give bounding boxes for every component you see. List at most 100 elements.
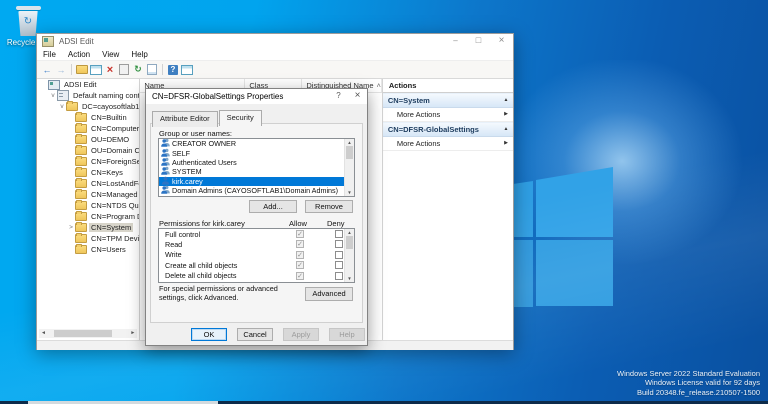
ok-button[interactable]: OK: [191, 328, 227, 341]
deny-checkbox[interactable]: [335, 240, 343, 248]
group-list-item[interactable]: Domain Admins (CAYOSOFTLAB1\Domain Admin…: [159, 186, 344, 195]
actions-section-header[interactable]: CN=DFSR-GlobalSettings: [383, 122, 513, 137]
tree-item[interactable]: OU=DEMO: [37, 134, 139, 145]
scroll-down-icon[interactable]: [345, 275, 354, 282]
tree-item[interactable]: CN=NTDS Quotas: [37, 200, 139, 211]
tree-item[interactable]: CN=Builtin: [37, 112, 139, 123]
allow-checkbox[interactable]: [296, 240, 304, 248]
toolbar-separator: [71, 64, 72, 75]
allow-checkbox[interactable]: [296, 251, 304, 259]
scroll-left-icon[interactable]: [39, 329, 48, 338]
remove-button[interactable]: Remove: [305, 200, 353, 213]
folder-icon: [75, 234, 87, 243]
allow-checkbox[interactable]: [296, 272, 304, 280]
allow-checkbox[interactable]: [296, 261, 304, 269]
tree-item[interactable]: CN=Users: [37, 244, 139, 255]
deny-checkbox[interactable]: [335, 251, 343, 259]
permission-row[interactable]: Full control: [159, 229, 344, 239]
menu-view[interactable]: View: [96, 50, 125, 59]
tree-horizontal-scrollbar[interactable]: [39, 329, 137, 338]
tree-expander-icon[interactable]: v: [49, 92, 57, 99]
maximize-icon[interactable]: [467, 34, 490, 48]
action-pane-icon[interactable]: [180, 63, 194, 76]
tree-item[interactable]: CN=ForeignSecurityP: [37, 156, 139, 167]
group-list-item[interactable]: SELF: [159, 148, 344, 157]
actions-section-title: CN=System: [383, 94, 499, 107]
help-button[interactable]: Help: [329, 328, 365, 341]
advanced-note: For special permissions or advanced sett…: [159, 285, 299, 302]
export-icon[interactable]: [145, 63, 159, 76]
tree-item[interactable]: OU=Domain Control: [37, 145, 139, 156]
permission-row[interactable]: Read: [159, 239, 344, 249]
menu-action[interactable]: Action: [62, 50, 96, 59]
permissions-list-scrollbar[interactable]: [344, 229, 354, 282]
scrollbar-thumb[interactable]: [346, 236, 353, 249]
tree-item-label: CN=Keys: [89, 168, 125, 177]
scroll-up-icon[interactable]: [345, 139, 354, 146]
close-icon[interactable]: [490, 34, 513, 48]
permission-row[interactable]: Create all child objects: [159, 260, 344, 270]
up-folder-icon[interactable]: [75, 63, 89, 76]
actions-more-item[interactable]: More Actions: [383, 108, 513, 122]
window-titlebar[interactable]: ADSI Edit: [37, 34, 513, 48]
scrollbar-thumb[interactable]: [346, 146, 353, 159]
cancel-button[interactable]: Cancel: [237, 328, 273, 341]
deny-checkbox[interactable]: [335, 261, 343, 269]
tree-item[interactable]: CN=Program Data: [37, 211, 139, 222]
tree-item[interactable]: CN=Keys: [37, 167, 139, 178]
dialog-close-icon[interactable]: [348, 89, 367, 104]
deny-checkbox[interactable]: [335, 272, 343, 280]
delete-icon[interactable]: [103, 63, 117, 76]
apply-button[interactable]: Apply: [283, 328, 319, 341]
tab-security[interactable]: Security: [219, 110, 262, 126]
tree-expander-icon[interactable]: v: [58, 103, 66, 110]
actions-section-header[interactable]: CN=System: [383, 93, 513, 108]
scroll-down-icon[interactable]: [345, 189, 354, 196]
scrollbar-thumb[interactable]: [54, 330, 112, 337]
refresh-icon[interactable]: [131, 63, 145, 76]
scroll-up-icon[interactable]: [345, 229, 354, 236]
scrollbar-track[interactable]: [345, 249, 354, 275]
tree-item[interactable]: CN=Computers: [37, 123, 139, 134]
scroll-right-icon[interactable]: [128, 329, 137, 338]
group-list-item[interactable]: kirk.carey: [159, 177, 344, 186]
server-icon: [57, 90, 69, 101]
tree-item[interactable]: v DC=cayosoftlab1,DC=co: [37, 101, 139, 112]
tree-item[interactable]: >CN=System: [37, 222, 139, 233]
dialog-titlebar[interactable]: CN=DFSR-GlobalSettings Properties: [146, 89, 367, 104]
tree-item[interactable]: vDefault naming context [WI: [37, 90, 139, 101]
group-name: Authenticated Users: [172, 158, 237, 167]
group-list-item[interactable]: Authenticated Users: [159, 158, 344, 167]
actions-more-item[interactable]: More Actions: [383, 137, 513, 151]
collapse-icon[interactable]: [499, 94, 513, 107]
forward-icon[interactable]: [54, 63, 68, 76]
advanced-button[interactable]: Advanced: [305, 287, 353, 301]
tree-item[interactable]: ADSI Edit: [37, 79, 139, 90]
group-list-item[interactable]: CREATOR OWNER: [159, 139, 344, 148]
menu-file[interactable]: File: [37, 50, 62, 59]
tree-item[interactable]: CN=TPM Devices: [37, 233, 139, 244]
tree-item[interactable]: CN=LostAndFound: [37, 178, 139, 189]
tree-item-label: DC=cayosoftlab1,DC=co: [80, 102, 139, 111]
tree-item[interactable]: CN=Managed Servic: [37, 189, 139, 200]
permission-row[interactable]: Delete all child objects: [159, 271, 344, 281]
permission-row[interactable]: Write: [159, 250, 344, 260]
show-tree-icon[interactable]: [89, 63, 103, 76]
folder-icon: [66, 102, 78, 111]
tab-attribute-editor[interactable]: Attribute Editor: [152, 111, 218, 127]
add-button[interactable]: Add...: [249, 200, 297, 213]
menu-help[interactable]: Help: [125, 50, 153, 59]
collapse-icon[interactable]: [499, 123, 513, 136]
deny-checkbox[interactable]: [335, 230, 343, 238]
group-list-item[interactable]: SYSTEM: [159, 167, 344, 176]
help-icon[interactable]: [166, 63, 180, 76]
minimize-icon[interactable]: [444, 34, 467, 48]
watermark-line: Build 20348.fe_release.210507-1500: [617, 388, 760, 398]
back-icon[interactable]: [40, 63, 54, 76]
scrollbar-track[interactable]: [345, 159, 354, 189]
properties-icon[interactable]: [117, 63, 131, 76]
tree-expander-icon[interactable]: >: [67, 224, 75, 231]
group-list-scrollbar[interactable]: [344, 139, 354, 196]
dialog-help-icon[interactable]: [329, 89, 348, 104]
allow-checkbox[interactable]: [296, 230, 304, 238]
